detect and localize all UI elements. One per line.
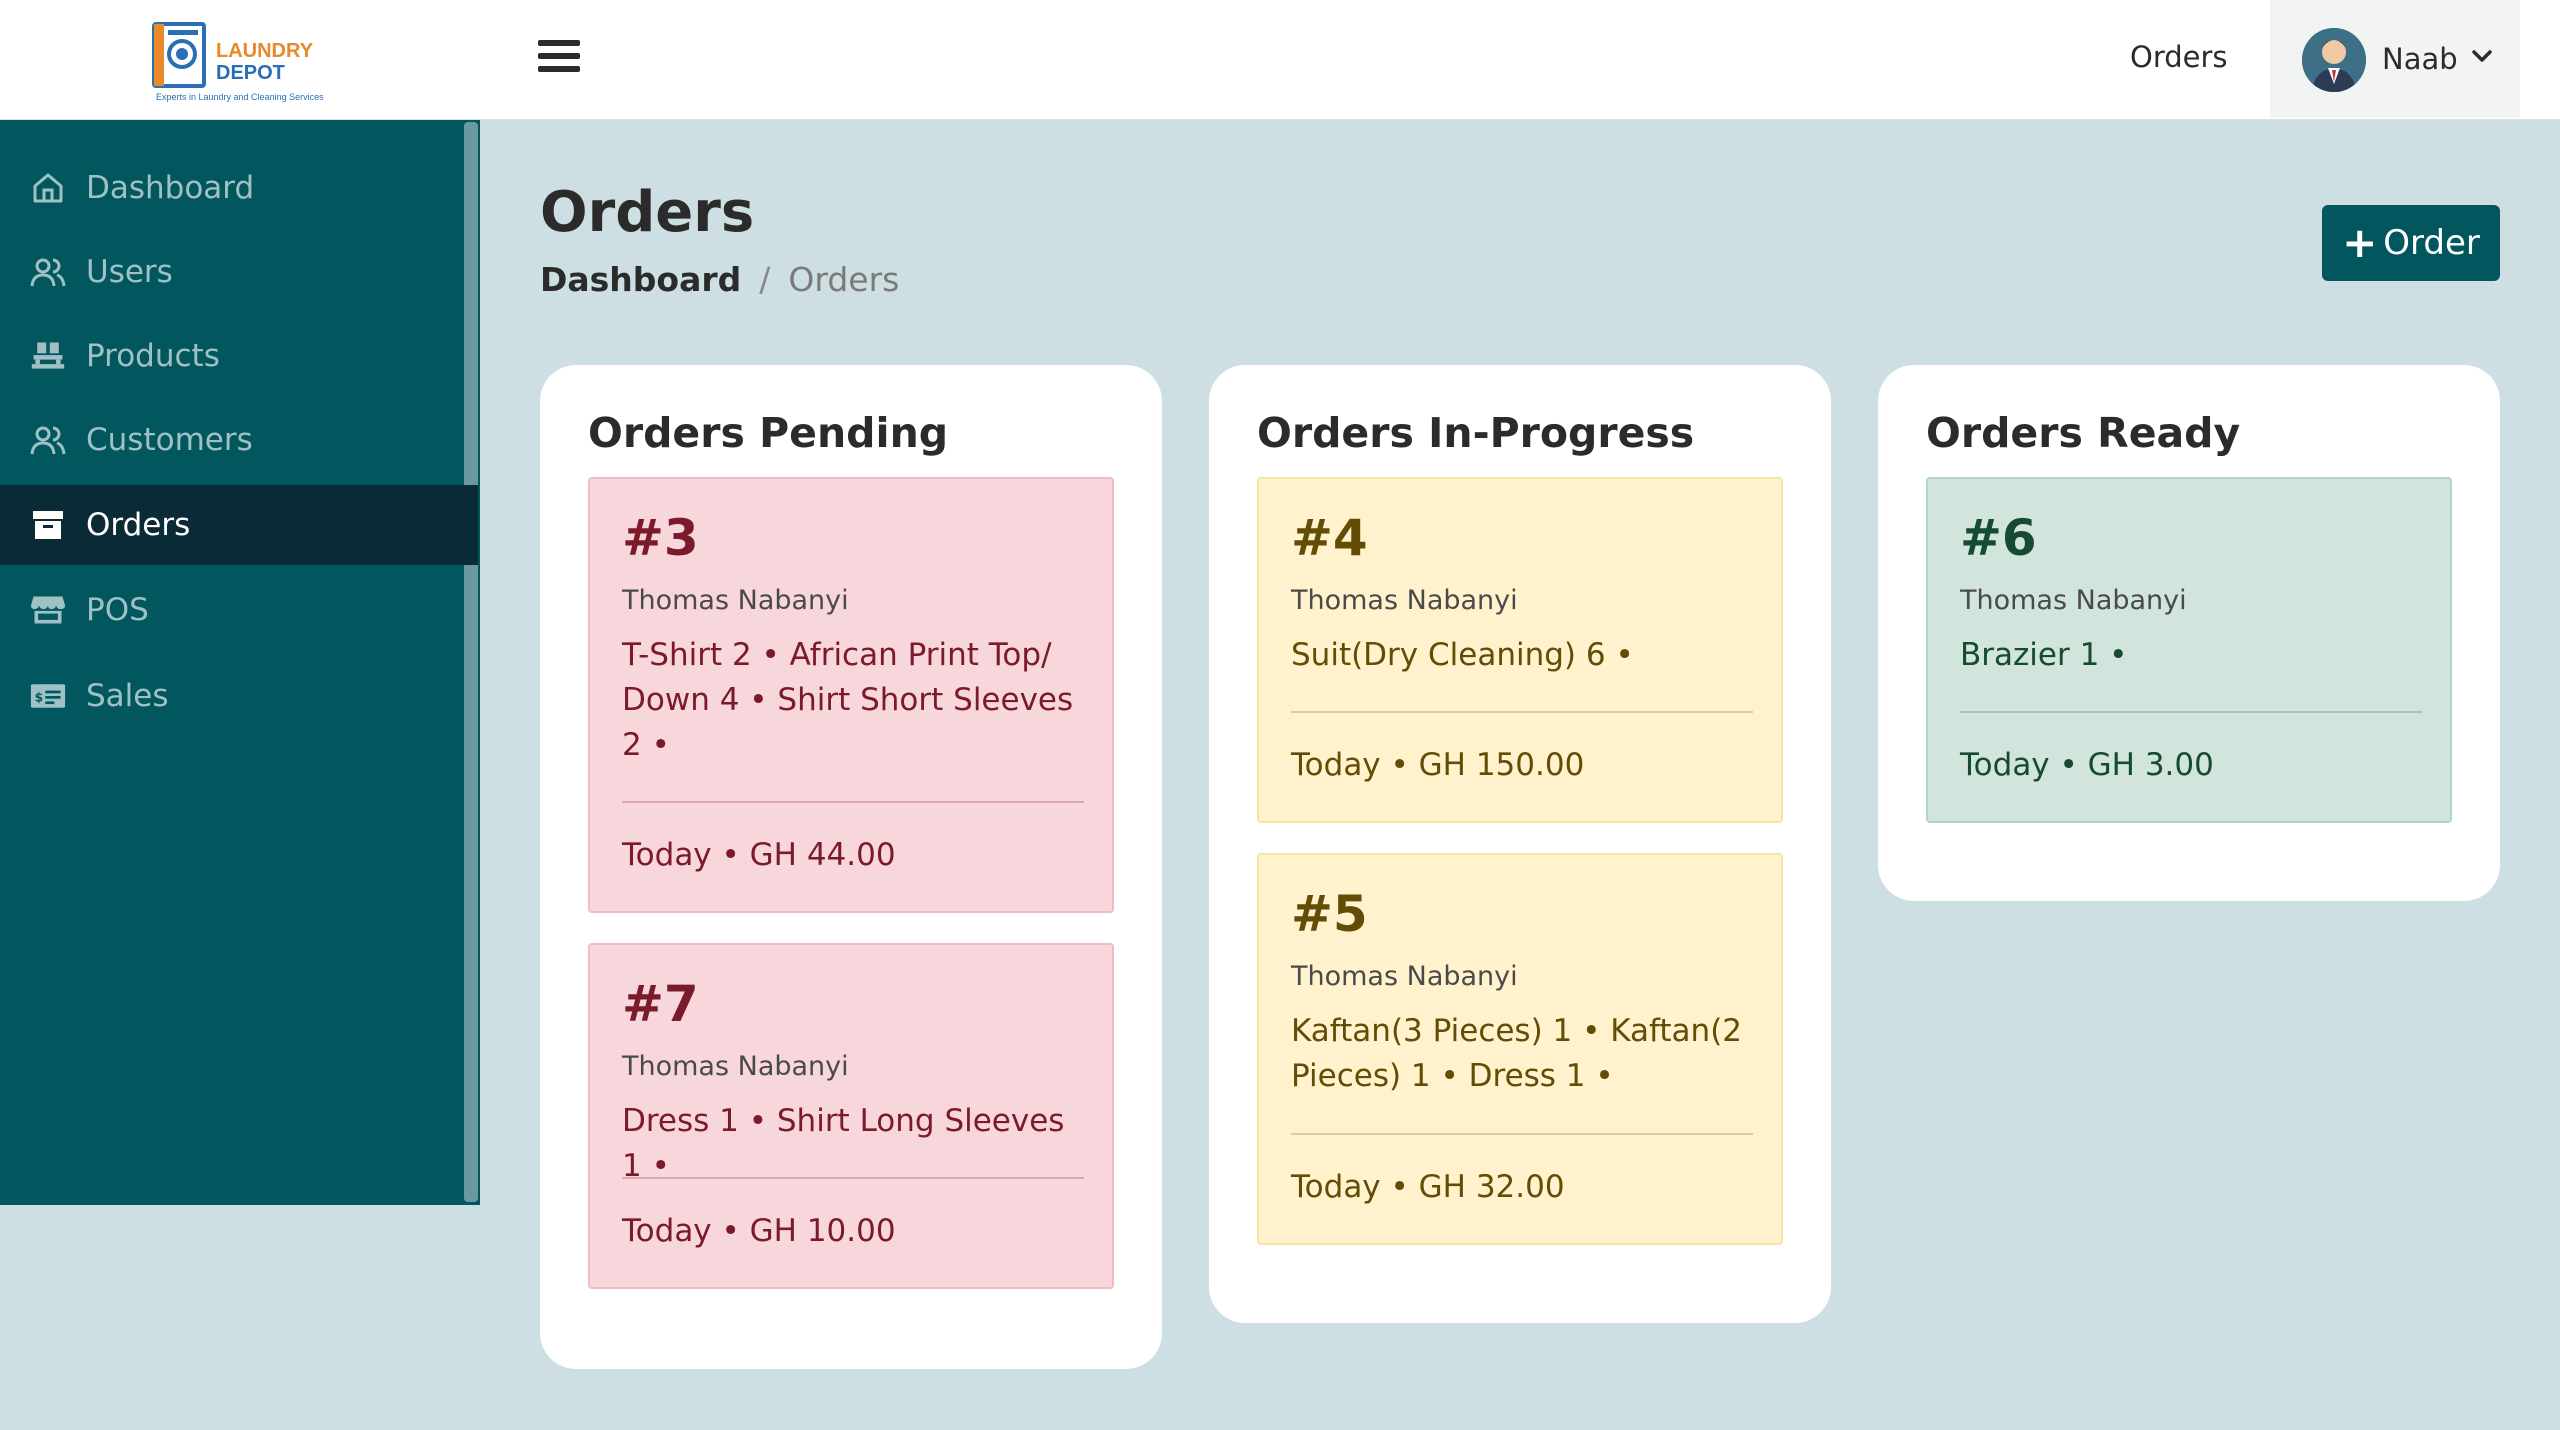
order-items: Suit(Dry Cleaning) 6 •	[1291, 637, 1634, 673]
sidebar-item-label: Users	[86, 254, 173, 290]
user-menu[interactable]: Naab	[2270, 0, 2520, 118]
card-divider	[622, 1177, 1084, 1179]
order-card[interactable]: #4 Thomas Nabanyi Suit(Dry Cleaning) 6 •…	[1257, 477, 1783, 823]
order-items: T-Shirt 2 • African Print Top/ Down 4 • …	[622, 637, 1074, 763]
plus-icon: +	[2342, 218, 2378, 267]
money-bill-icon: $	[30, 678, 66, 714]
logo-text: LAUNDRY DEPOT	[216, 40, 313, 84]
add-order-label: Order	[2383, 223, 2480, 263]
breadcrumb-current: Orders	[788, 260, 900, 299]
users-icon	[30, 254, 66, 290]
order-number: #5	[1291, 885, 1368, 943]
user-name: Naab	[2382, 42, 2458, 76]
order-customer: Thomas Nabanyi	[1291, 961, 1518, 992]
order-card[interactable]: #5 Thomas Nabanyi Kaftan(3 Pieces) 1 • K…	[1257, 853, 1783, 1245]
sidebar-item-label: Sales	[86, 678, 169, 714]
top-bar: LAUNDRY DEPOT Experts in Laundry and Cle…	[0, 0, 2560, 120]
pallet-icon	[30, 338, 66, 374]
sidebar-item-label: POS	[86, 592, 149, 628]
card-divider	[1291, 711, 1753, 713]
order-items: Kaftan(3 Pieces) 1 • Kaftan(2 Pieces) 1 …	[1291, 1013, 1743, 1094]
sidebar-item-dashboard[interactable]: Dashboard	[0, 148, 478, 228]
header-orders-link[interactable]: Orders	[2130, 40, 2228, 74]
order-number: #6	[1960, 509, 2037, 567]
breadcrumb: Dashboard / Orders	[540, 260, 899, 299]
logo[interactable]: LAUNDRY DEPOT Experts in Laundry and Cle…	[150, 16, 330, 108]
column-title: Orders Ready	[1926, 409, 2241, 457]
column-title: Orders Pending	[588, 409, 949, 457]
order-footer: Today • GH 3.00	[1960, 747, 2214, 783]
breadcrumb-dashboard-link[interactable]: Dashboard	[540, 260, 741, 299]
svg-text:$: $	[35, 689, 44, 704]
hamburger-icon[interactable]	[538, 40, 580, 76]
order-number: #7	[622, 975, 699, 1033]
sidebar-item-users[interactable]: Users	[0, 232, 478, 312]
order-card[interactable]: #6 Thomas Nabanyi Brazier 1 • Today • GH…	[1926, 477, 2452, 823]
order-footer: Today • GH 150.00	[1291, 747, 1585, 783]
sidebar-item-label: Dashboard	[86, 170, 255, 206]
order-items: Dress 1 • Shirt Long Sleeves 1 •	[622, 1103, 1065, 1184]
orders-ready-column: Orders Ready #6 Thomas Nabanyi Brazier 1…	[1878, 365, 2500, 901]
avatar-icon	[2302, 28, 2366, 92]
order-footer: Today • GH 10.00	[622, 1213, 896, 1249]
orders-pending-column: Orders Pending #3 Thomas Nabanyi T-Shirt…	[540, 365, 1162, 1369]
home-icon	[30, 170, 66, 206]
store-icon	[30, 592, 66, 628]
order-customer: Thomas Nabanyi	[622, 1051, 849, 1082]
order-card[interactable]: #3 Thomas Nabanyi T-Shirt 2 • African Pr…	[588, 477, 1114, 913]
users-icon	[30, 422, 66, 458]
sidebar-item-pos[interactable]: POS	[0, 570, 478, 650]
card-divider	[1291, 1133, 1753, 1135]
laundry-logo-icon	[152, 22, 206, 88]
order-card[interactable]: #7 Thomas Nabanyi Dress 1 • Shirt Long S…	[588, 943, 1114, 1289]
sidebar-item-label: Customers	[86, 422, 253, 458]
logo-line-2: DEPOT	[216, 62, 285, 84]
page-title: Orders	[540, 180, 755, 245]
order-number: #4	[1291, 509, 1368, 567]
sidebar-item-sales[interactable]: $ Sales	[0, 656, 478, 736]
sidebar-item-orders[interactable]: Orders	[0, 485, 478, 565]
order-customer: Thomas Nabanyi	[622, 585, 849, 616]
sidebar-item-label: Products	[86, 338, 220, 374]
card-divider	[622, 801, 1084, 803]
column-title: Orders In-Progress	[1257, 409, 1695, 457]
logo-tagline: Experts in Laundry and Cleaning Services	[156, 92, 324, 102]
sidebar-item-customers[interactable]: Customers	[0, 400, 478, 480]
order-footer: Today • GH 32.00	[1291, 1169, 1565, 1205]
archive-box-icon	[30, 507, 66, 543]
order-footer: Today • GH 44.00	[622, 837, 896, 873]
order-number: #3	[622, 509, 699, 567]
breadcrumb-separator: /	[759, 260, 771, 299]
order-items: Brazier 1 •	[1960, 637, 2128, 673]
chevron-down-icon	[2472, 50, 2492, 62]
logo-line-1: LAUNDRY	[216, 40, 314, 62]
orders-in-progress-column: Orders In-Progress #4 Thomas Nabanyi Sui…	[1209, 365, 1831, 1323]
order-customer: Thomas Nabanyi	[1291, 585, 1518, 616]
card-divider	[1960, 711, 2422, 713]
sidebar-item-products[interactable]: Products	[0, 316, 478, 396]
add-order-button[interactable]: + Order	[2322, 205, 2500, 281]
sidebar-item-label: Orders	[86, 507, 191, 543]
order-customer: Thomas Nabanyi	[1960, 585, 2187, 616]
